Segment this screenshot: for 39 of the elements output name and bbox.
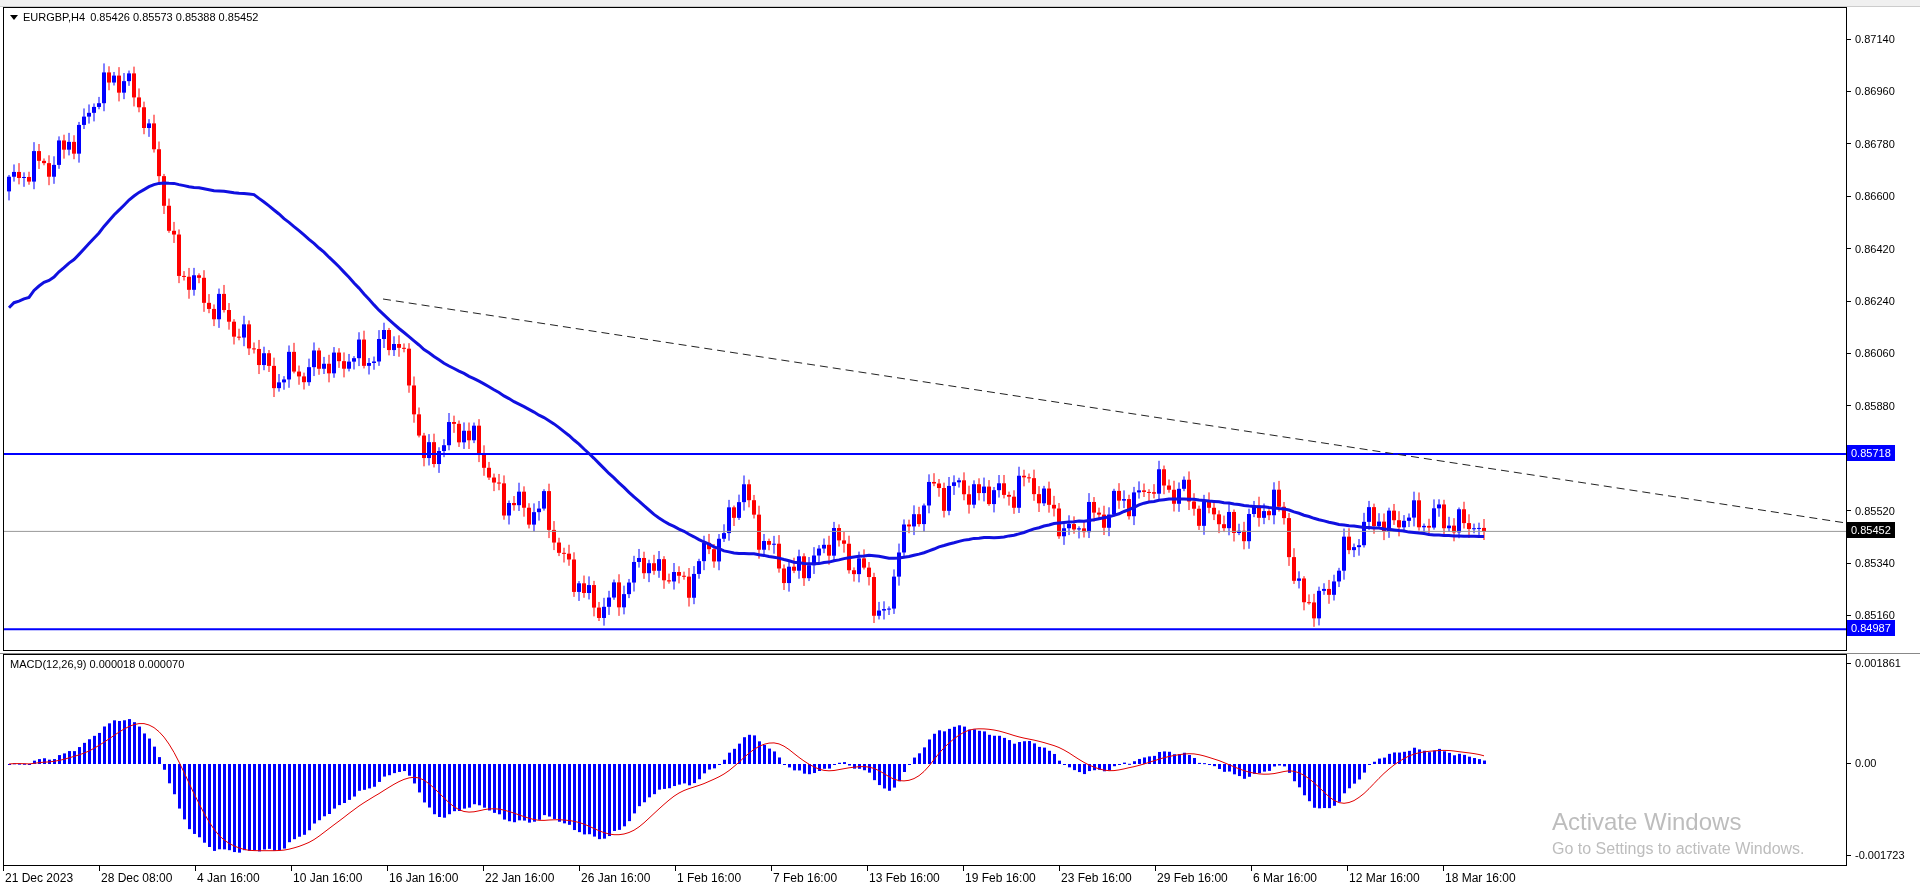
price-tick-label: 0.86240 [1855,295,1895,307]
time-tick-label: 6 Mar 16:00 [1253,871,1319,885]
time-tick-label: 12 Mar 16:00 [1349,871,1421,885]
price-tick-label: 0.86780 [1855,137,1895,150]
price-tick-label: 0.85880 [1855,399,1895,412]
time-tick-label: 21 Dec 2023 [5,871,75,885]
price-tick-label: 0.86420 [1855,242,1895,255]
macd-tick-label: 0.00 [1855,757,1877,769]
time-tick-label: 23 Feb 16:00 [1061,871,1133,885]
watermark-title: Activate Windows [1552,808,1743,836]
time-tick-label: 7 Feb 16:00 [773,871,839,885]
macd-tick-label: 0.001861 [1855,657,1901,669]
caret-icon[interactable] [10,14,18,20]
price-tick-label: 0.86060 [1855,347,1895,360]
price-tag: 0.85718 [1847,444,1895,461]
price-tick-label: 0.85160 [1855,609,1895,622]
price-tag: 0.85452 [1847,522,1895,539]
time-tick-label: 19 Feb 16:00 [965,871,1037,885]
price-tick-label: 0.85340 [1855,557,1895,569]
time-tick-label: 10 Jan 16:00 [293,871,364,885]
time-tick-label: 26 Jan 16:00 [581,871,652,885]
price-tick-label: 0.85520 [1855,504,1895,517]
price-tag: 0.84987 [1847,620,1895,637]
watermark-text: Go to Settings to activate Windows. [1552,840,1805,858]
time-tick-label: 28 Dec 08:00 [101,871,174,885]
time-tick-label: 13 Feb 16:00 [869,871,941,885]
time-tick-label: 1 Feb 16:00 [677,871,743,885]
macd-label: MACD(12,26,9) 0.000018 0.000070 [10,658,185,670]
price-tick-label: 0.86960 [1855,85,1895,98]
time-tick-label: 16 Jan 16:00 [389,871,460,885]
ohlc-values: 0.85426 0.85573 0.85388 0.85452 [90,11,259,23]
time-tick-label: 22 Jan 16:00 [485,871,556,885]
time-tick-label: 4 Jan 16:00 [197,871,261,885]
time-tick-label: 18 Mar 16:00 [1445,871,1517,885]
price-tick-label: 0.86600 [1855,190,1895,203]
price-tick-label: 0.87140 [1855,33,1895,45]
symbol-label: EURGBP,H4 [23,11,86,23]
macd-tick-label: -0.001723 [1855,849,1905,861]
time-tick-label: 29 Feb 16:00 [1157,871,1229,885]
